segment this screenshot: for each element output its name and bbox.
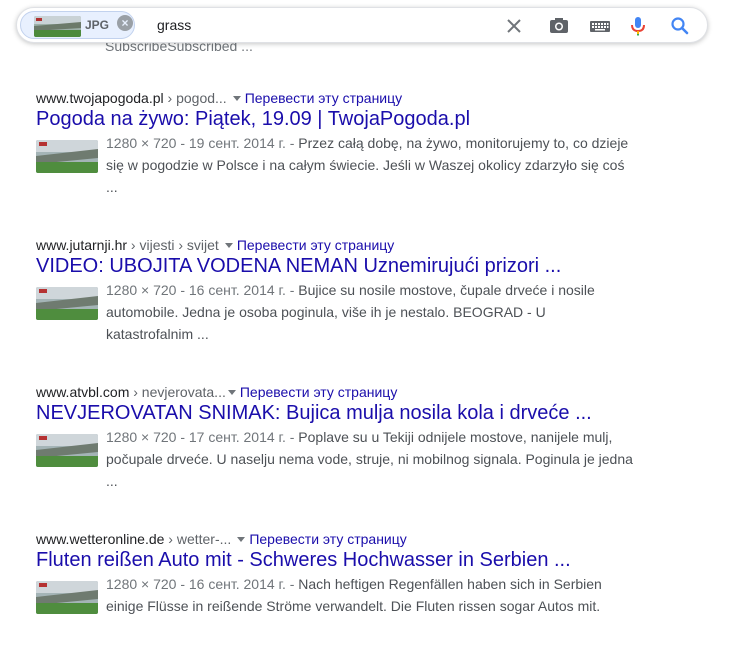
chip-remove-icon[interactable]: ×	[117, 15, 133, 31]
result-domain: www.twojapogoda.pl	[36, 90, 164, 106]
result-meta: 1280 × 720 - 19 сент. 2014 г. -	[106, 135, 299, 151]
mic-icon[interactable]	[626, 14, 650, 38]
close-icon[interactable]	[502, 14, 526, 38]
result-domain: www.atvbl.com	[36, 384, 130, 400]
result-url[interactable]: www.atvbl.com › nevjerovata... Перевести …	[36, 383, 397, 401]
image-search-chip[interactable]: JPG ×	[20, 11, 135, 39]
caret-down-icon[interactable]	[237, 536, 246, 542]
result-url[interactable]: www.jutarnji.hr › vijesti › svijet Переве…	[36, 236, 394, 254]
translate-link[interactable]: Перевести эту страницу	[237, 237, 394, 253]
caret-down-icon[interactable]	[227, 389, 236, 395]
keyboard-icon[interactable]	[588, 14, 612, 38]
search-icon[interactable]	[668, 14, 692, 38]
result-snippet: 1280 × 720 - 17 сент. 2014 г. - Poplave …	[106, 426, 636, 492]
chip-thumbnail	[34, 16, 81, 37]
result-snippet: 1280 × 720 - 16 сент. 2014 г. - Bujice s…	[106, 279, 636, 345]
result-breadcrumb: › vijesti › svijet	[127, 237, 219, 253]
result-title[interactable]: NEVJEROVATAN SNIMAK: Bujica mulja nosila…	[36, 400, 592, 426]
translate-link[interactable]: Перевести эту страницу	[245, 90, 402, 106]
result-domain: www.jutarnji.hr	[36, 237, 128, 253]
caret-down-icon[interactable]	[224, 242, 233, 248]
caret-down-icon[interactable]	[232, 95, 241, 101]
search-input[interactable]	[157, 14, 497, 36]
chip-label: JPG	[85, 18, 110, 32]
result-snippet: 1280 × 720 - 19 сент. 2014 г. - Przez ca…	[106, 132, 636, 198]
result-thumbnail[interactable]	[36, 434, 98, 467]
result-url[interactable]: www.wetteronline.de › wetter-... Перевест…	[36, 530, 407, 548]
result-breadcrumb: › pogod...	[163, 90, 227, 106]
result-thumbnail[interactable]	[36, 140, 98, 173]
result-title[interactable]: Fluten reißen Auto mit - Schweres Hochwa…	[36, 547, 571, 573]
result-thumbnail[interactable]	[36, 287, 98, 320]
result-url[interactable]: www.twojapogoda.pl › pogod... Перевести э…	[36, 89, 402, 107]
result-meta: 1280 × 720 - 16 сент. 2014 г. -	[106, 576, 299, 592]
result-meta: 1280 × 720 - 16 сент. 2014 г. -	[106, 282, 299, 298]
translate-link[interactable]: Перевести эту страницу	[240, 384, 397, 400]
result-snippet: 1280 × 720 - 16 сент. 2014 г. - Nach hef…	[106, 573, 636, 617]
result-domain: www.wetteronline.de	[36, 531, 165, 547]
result-breadcrumb: › wetter-...	[164, 531, 232, 547]
camera-icon[interactable]	[547, 14, 571, 38]
result-meta: 1280 × 720 - 17 сент. 2014 г. -	[106, 429, 299, 445]
search-header: SubscribeSubscribed ... JPG ×	[0, 0, 732, 60]
search-bar[interactable]: JPG ×	[16, 7, 708, 43]
translate-link[interactable]: Перевести эту страницу	[249, 531, 406, 547]
result-thumbnail[interactable]	[36, 581, 98, 614]
result-breadcrumb: › nevjerovata...	[129, 384, 226, 400]
result-title[interactable]: Pogoda na żywo: Piątek, 19.09 | TwojaPog…	[36, 106, 470, 132]
result-title[interactable]: VIDEO: UBOJITA VODENA NEMAN Uznemirujući…	[36, 253, 561, 279]
